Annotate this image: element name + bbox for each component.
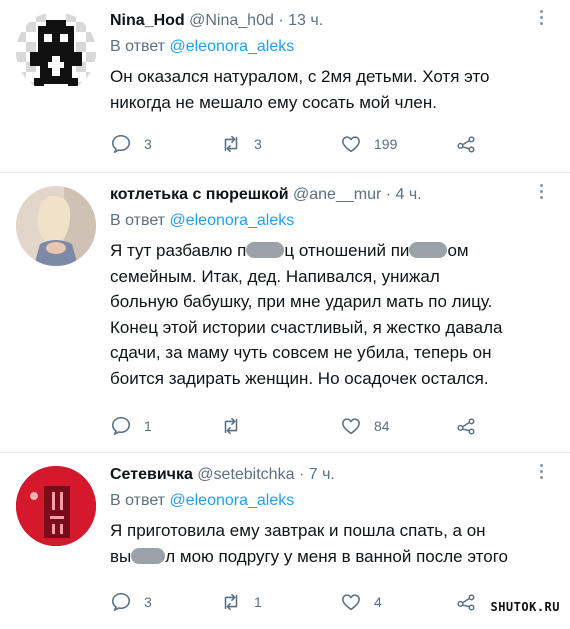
watermark: SHUTOK.RU bbox=[488, 599, 562, 615]
censor-blur bbox=[409, 242, 448, 258]
user-handle[interactable]: @ane__mur bbox=[293, 186, 381, 203]
retweet-button[interactable]: 1 bbox=[220, 590, 262, 614]
retweet-count: 3 bbox=[254, 136, 262, 152]
tweet-header: котлетька с пюрешкой @ane__mur · 4 ч. bbox=[110, 186, 422, 204]
user-handle[interactable]: @setebitchka bbox=[197, 466, 294, 483]
share-icon bbox=[457, 418, 475, 435]
display-name[interactable]: Nina_Hod bbox=[110, 12, 185, 29]
retweet-button[interactable] bbox=[220, 414, 254, 438]
tweet-3[interactable]: Сетевичка @setebitchka · 7 ч. В ответ @e… bbox=[0, 454, 570, 629]
like-button[interactable]: 4 bbox=[340, 590, 382, 614]
display-name[interactable]: Сетевичка bbox=[110, 466, 193, 483]
tweet-header: Сетевичка @setebitchka · 7 ч. bbox=[110, 466, 335, 484]
tweet-text-line: сдачи, за маму чуть совсем не убила, теп… bbox=[110, 343, 492, 362]
retweet-count: 1 bbox=[254, 594, 262, 610]
tweet-text-line: боится задирать женщин. Но осадочек оста… bbox=[110, 368, 489, 388]
text-fragment: вы bbox=[110, 546, 132, 566]
retweet-icon bbox=[224, 135, 238, 153]
censor-blur bbox=[246, 242, 285, 258]
like-icon bbox=[342, 594, 360, 611]
like-button[interactable]: 199 bbox=[340, 132, 397, 156]
timestamp[interactable]: 13 ч. bbox=[288, 12, 323, 29]
tweet-actions: 3 3 199 bbox=[110, 132, 550, 156]
reply-count: 1 bbox=[144, 418, 152, 434]
reply-icon bbox=[111, 592, 131, 612]
tweet-text-line: вы л мою подругу у меня в ванной после эт… bbox=[110, 544, 550, 570]
reply-count: 3 bbox=[144, 594, 152, 610]
tweet-text-line: семейным. Итак, дед. Напивался, унижал bbox=[110, 266, 440, 286]
tweet-text-line: Я приготовила ему завтрак и пошла спать,… bbox=[110, 521, 486, 540]
avatar[interactable] bbox=[16, 12, 96, 92]
text-fragment: ц отношений пи bbox=[284, 241, 410, 260]
reply-prefix: В ответ bbox=[110, 492, 166, 509]
like-icon bbox=[342, 136, 360, 153]
timestamp[interactable]: 4 ч. bbox=[396, 186, 422, 203]
like-button[interactable]: 84 bbox=[340, 414, 390, 438]
more-icon[interactable] bbox=[540, 464, 544, 482]
tweet-text: Я приготовила ему завтрак и пошла спать,… bbox=[110, 518, 550, 569]
tweet-text-line: Я тут разбавлю п ц отношений пи ом bbox=[110, 238, 550, 264]
reply-context: В ответ @eleonora_aleks bbox=[110, 38, 294, 56]
share-button[interactable] bbox=[455, 590, 477, 614]
retweet-icon bbox=[224, 417, 238, 435]
text-fragment: ом bbox=[447, 241, 469, 260]
user-handle[interactable]: @Nina_h0d bbox=[189, 12, 274, 29]
text-fragment: л мою подругу у меня в ванной после этог… bbox=[165, 546, 508, 566]
reply-icon bbox=[111, 134, 131, 154]
share-button[interactable] bbox=[455, 414, 477, 438]
reply-to-link[interactable]: @eleonora_aleks bbox=[169, 212, 294, 229]
photo-avatar-image bbox=[16, 186, 96, 266]
separator-dot: · bbox=[298, 466, 305, 483]
retweet-button[interactable]: 3 bbox=[220, 132, 262, 156]
tweet-header: Nina_Hod @Nina_h0d · 13 ч. bbox=[110, 12, 323, 30]
tweet-text-line: больную бабушку, при мне ударил мать по … bbox=[110, 292, 493, 311]
tweet-text-line: Он оказался натуралом, с 2мя детьми. Хот… bbox=[110, 67, 490, 86]
reply-count: 3 bbox=[144, 136, 152, 152]
tweet-text-line: Конец этой истории счастливый, я жестко … bbox=[110, 317, 503, 337]
censor-blur bbox=[131, 547, 166, 564]
retweet-icon bbox=[224, 593, 238, 611]
tweet-text-line: никогда не мешало ему сосать мой член. bbox=[110, 92, 437, 112]
like-count: 4 bbox=[374, 594, 382, 610]
separator-dot: · bbox=[385, 186, 392, 203]
reply-context: В ответ @eleonora_aleks bbox=[110, 212, 294, 230]
tweet-1[interactable]: Nina_Hod @Nina_h0d · 13 ч. В ответ @eleo… bbox=[0, 0, 570, 170]
reply-button[interactable]: 1 bbox=[110, 414, 152, 438]
more-icon[interactable] bbox=[540, 10, 544, 28]
more-icon[interactable] bbox=[540, 184, 544, 202]
tweet-text: Я тут разбавлю п ц отношений пи ом семейны… bbox=[110, 238, 550, 391]
reply-to-link[interactable]: @eleonora_aleks bbox=[169, 492, 294, 509]
tweet-divider bbox=[0, 172, 570, 173]
reply-button[interactable]: 3 bbox=[110, 590, 152, 614]
tweet-text: Он оказался натуралом, с 2мя детьми. Хот… bbox=[110, 64, 550, 115]
tweet-actions: 3 1 4 bbox=[110, 590, 550, 614]
text-fragment: Я тут разбавлю п bbox=[110, 241, 247, 260]
avatar[interactable] bbox=[16, 466, 96, 546]
share-button[interactable] bbox=[455, 132, 477, 156]
like-icon bbox=[342, 418, 360, 435]
reply-context: В ответ @eleonora_aleks bbox=[110, 492, 294, 510]
reply-to-link[interactable]: @eleonora_aleks bbox=[169, 38, 294, 55]
tweet-divider bbox=[0, 452, 570, 453]
display-name[interactable]: котлетька с пюрешкой bbox=[110, 186, 289, 203]
separator-dot: · bbox=[278, 12, 284, 29]
reply-prefix: В ответ bbox=[110, 212, 166, 229]
like-count: 84 bbox=[374, 418, 390, 434]
reply-icon bbox=[111, 416, 131, 436]
share-icon bbox=[457, 136, 475, 153]
avatar[interactable] bbox=[16, 186, 96, 266]
reply-prefix: В ответ bbox=[110, 38, 166, 55]
like-count: 199 bbox=[374, 136, 398, 152]
share-icon bbox=[457, 594, 475, 611]
pixel-avatar-image bbox=[16, 12, 96, 92]
red-photo-avatar-image bbox=[16, 466, 96, 546]
reply-button[interactable]: 3 bbox=[110, 132, 152, 156]
timestamp[interactable]: 7 ч. bbox=[309, 466, 335, 483]
tweet-2[interactable]: котлетька с пюрешкой @ane__mur · 4 ч. В … bbox=[0, 174, 570, 452]
tweet-actions: 1 84 bbox=[110, 414, 550, 438]
